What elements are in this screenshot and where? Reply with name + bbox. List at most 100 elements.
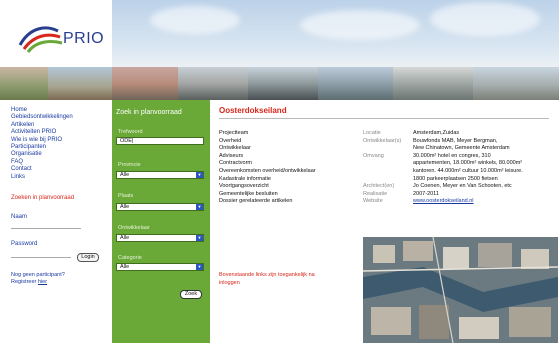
page-title: Oosterdokseiland: [219, 106, 287, 115]
name-input[interactable]: [11, 228, 81, 230]
aerial-photo-image: [363, 237, 558, 343]
photo: [0, 67, 48, 100]
aerial-photo: [363, 237, 558, 343]
info-value: 2007-2011: [413, 190, 439, 197]
chevron-down-icon: ▼: [196, 264, 203, 270]
info-key: Realisatie: [363, 190, 388, 197]
info-row: Realisatie 2007-2011: [363, 191, 558, 199]
nav-organisatie[interactable]: Organisatie: [11, 151, 112, 158]
chevron-down-icon: ▼: [196, 172, 203, 178]
plaats-label: Plaats: [118, 193, 134, 199]
left-navigation: Home Gebiedsontwikkelingen Artikelen Act…: [0, 100, 112, 343]
info-key: Locatie: [363, 130, 381, 136]
ontwikkelaar-value: Alle: [120, 235, 130, 241]
photo: [393, 67, 473, 100]
provincie-label: Provincie: [118, 162, 141, 168]
trefwoord-input[interactable]: ODE|: [116, 137, 204, 145]
prio-logo-icon: [18, 26, 63, 53]
photo: [178, 67, 248, 100]
project-links: Projectteam Overheid Ontwikkelaar Advise…: [219, 130, 359, 206]
info-key: [363, 176, 413, 184]
name-label: Naam: [11, 214, 28, 221]
info-key: Ontwikkelaar(s): [363, 137, 402, 144]
project-link[interactable]: Voortgangsoverzicht: [219, 183, 359, 191]
zoek-button[interactable]: Zoek: [180, 290, 202, 299]
info-row: Locatie Amsterdam,Zuidas: [363, 130, 558, 138]
info-row: Ontwikkelaar(s) Bouwfonds MAB, Meyer Berg…: [363, 138, 558, 146]
nav-links[interactable]: Links: [11, 174, 112, 181]
login-button[interactable]: Login: [77, 253, 99, 263]
project-link[interactable]: Gemeentelijke besluiten: [219, 191, 359, 199]
photo: [318, 67, 393, 100]
ontwikkelaar-label: Ontwikkelaar: [118, 225, 150, 231]
info-key: [363, 168, 413, 176]
info-row: Omvang 30.000m² hotel en congres, 310: [363, 153, 558, 161]
search-panel: Zoek in planvoorraad Trefwoord ODE| Prov…: [112, 100, 210, 343]
info-row: kantoren. 44.000m² cultuur 10.000m² leis…: [363, 168, 558, 176]
photo-strip: [0, 67, 559, 100]
no-participant-text: Nog geen participant?: [11, 272, 65, 279]
nav-wie-is-wie[interactable]: Wie is wie bij PRIO: [11, 137, 112, 144]
info-row: appartementen, 18.000m² winkels, 80.000m…: [363, 160, 558, 168]
logo[interactable]: PRIO: [0, 0, 112, 67]
info-row: 1800 parkeerplaatsen 2500 fietsen: [363, 176, 558, 184]
nav-gebiedsontwikkelingen[interactable]: Gebiedsontwikkelingen: [11, 114, 112, 121]
info-value: 30.000m² hotel en congres, 310: [413, 152, 491, 159]
login-notice: Bovenstaande links zijn toegankelijk na …: [219, 272, 315, 286]
nav-participanten[interactable]: Participanten: [11, 144, 112, 151]
project-link[interactable]: Kadastrale informatie: [219, 176, 359, 184]
project-link[interactable]: Overheid: [219, 138, 359, 146]
chevron-down-icon: ▼: [196, 204, 203, 210]
logo-text: PRIO: [63, 30, 105, 47]
project-link[interactable]: Dossier gerelateerde artikelen: [219, 198, 359, 206]
sky-cloud: [150, 6, 240, 34]
project-link[interactable]: Overeenkomsten overheid/ontwikkelaar: [219, 168, 359, 176]
register-text: Nog geen participant? Registreer hier: [11, 272, 112, 286]
plaats-value: Alle: [120, 204, 130, 210]
info-value: Amsterdam,Zuidas: [413, 130, 460, 136]
plaats-select[interactable]: Alle ▼: [116, 203, 204, 211]
provincie-select[interactable]: Alle ▼: [116, 171, 204, 179]
categorie-select[interactable]: Alle ▼: [116, 263, 204, 271]
password-input[interactable]: [11, 257, 71, 259]
ontwikkelaar-select[interactable]: Alle ▼: [116, 234, 204, 242]
info-row: Website www.oosterdokseiland.nl: [363, 198, 558, 206]
sky-cloud: [430, 2, 540, 36]
nav-artikelen[interactable]: Artikelen: [11, 122, 112, 129]
divider: [219, 118, 549, 119]
provincie-value: Alle: [120, 172, 130, 178]
project-link[interactable]: Adviseurs: [219, 153, 359, 161]
trefwoord-label: Trefwoord: [118, 129, 143, 135]
project-link[interactable]: Contractvorm: [219, 160, 359, 168]
info-key: Architect(en): [363, 183, 395, 190]
nav-home[interactable]: Home: [11, 107, 112, 114]
info-row: New Chinatown, Gemeente Amsterdam: [363, 145, 558, 153]
photo: [473, 67, 559, 100]
project-link[interactable]: Projectteam: [219, 130, 359, 138]
info-row: Architect(en) Jo Coenen, Meyer en Van Sch…: [363, 183, 558, 191]
categorie-label: Categorie: [118, 255, 142, 261]
nav-zoeken-planvoorraad[interactable]: Zoeken in planvoorraad: [11, 195, 112, 202]
register-prefix: Registreer: [11, 279, 38, 286]
search-title: Zoek in planvoorraad: [116, 109, 182, 116]
info-value: 1800 parkeerplaatsen 2500 fietsen: [413, 175, 498, 182]
password-label: Password: [11, 241, 38, 248]
website-link[interactable]: www.oosterdokseiland.nl: [413, 198, 558, 206]
main-content: Oosterdokseiland Projectteam Overheid On…: [210, 100, 559, 343]
info-key: Website: [363, 198, 383, 205]
nav-faq[interactable]: FAQ: [11, 159, 112, 166]
chevron-down-icon: ▼: [196, 235, 203, 241]
nav-contact[interactable]: Contact: [11, 166, 112, 173]
header-banner: PRIO: [0, 0, 559, 100]
info-value: Bouwfonds MAB, Meyer Bergman,: [413, 137, 498, 144]
photo: [112, 67, 178, 100]
sky-cloud: [300, 10, 420, 40]
info-key: [363, 145, 413, 153]
project-link[interactable]: Ontwikkelaar: [219, 145, 359, 153]
info-value: appartementen, 18.000m² winkels, 80.000m…: [413, 160, 523, 167]
nav-activiteiten[interactable]: Activiteiten PRIO: [11, 129, 112, 136]
register-link[interactable]: hier: [38, 279, 47, 285]
info-value: New Chinatown, Gemeente Amsterdam: [413, 145, 510, 152]
project-info: Locatie Amsterdam,Zuidas Ontwikkelaar(s) B…: [363, 130, 558, 206]
info-value: Jo Coenen, Meyer en Van Schooten, etc: [413, 183, 512, 190]
